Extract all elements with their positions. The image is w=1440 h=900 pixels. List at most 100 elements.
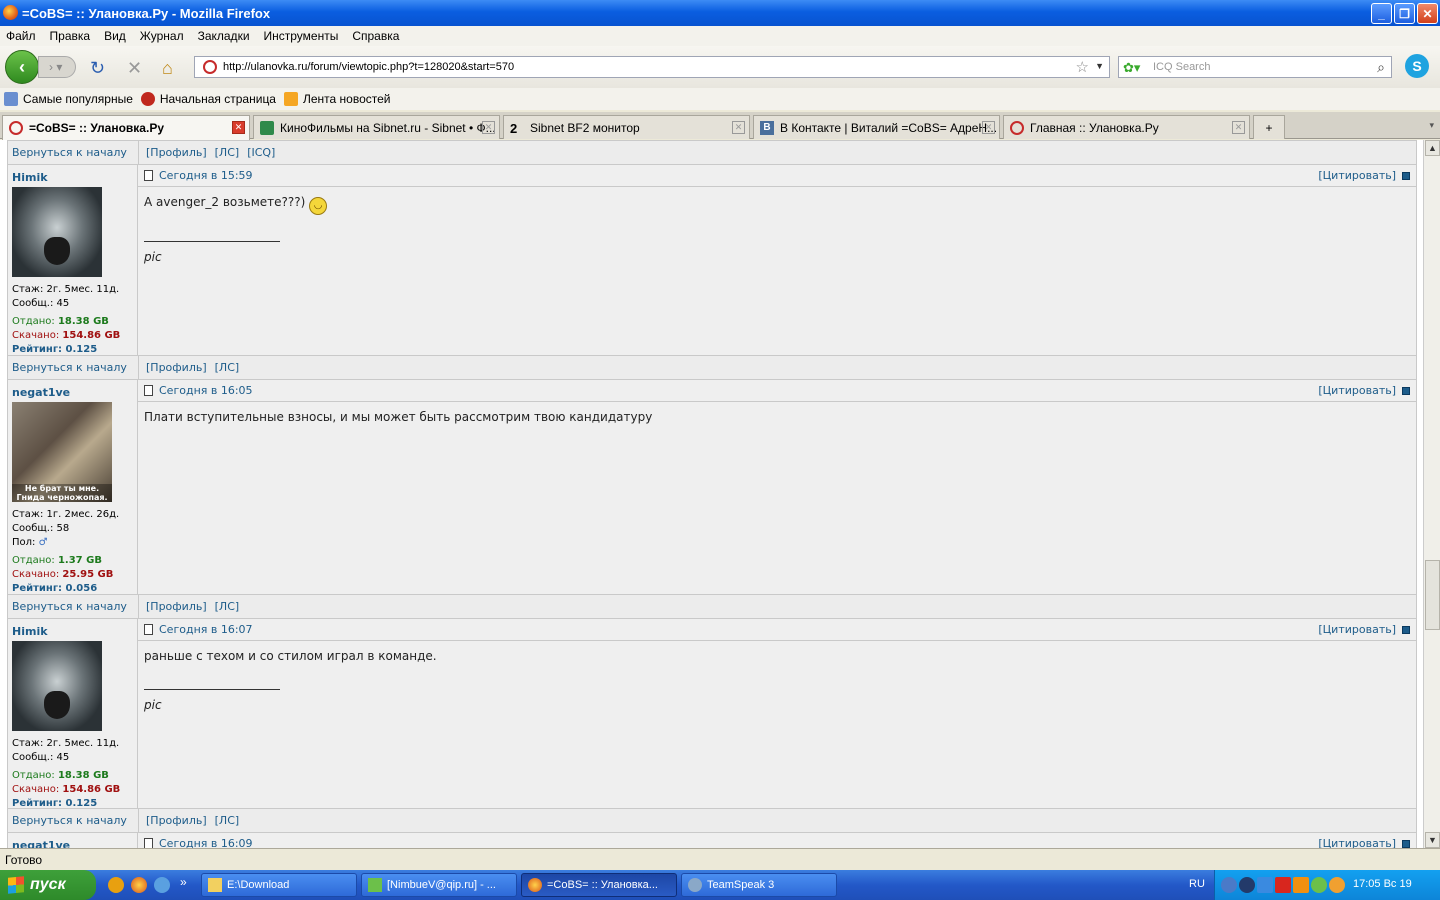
quote-button[interactable]: [Цитировать] <box>1318 837 1396 848</box>
author-name[interactable]: negat1ve <box>12 386 133 400</box>
scroll-thumb[interactable] <box>1425 560 1440 630</box>
taskbar-item-teamspeak[interactable]: TeamSpeak 3 <box>681 873 837 897</box>
url-bar[interactable]: http://ulanovka.ru/forum/viewtopic.php?t… <box>194 56 1110 78</box>
bookmark-news-feed[interactable]: Лента новостей <box>283 92 390 106</box>
pm-link[interactable]: [ЛС] <box>215 814 240 827</box>
stop-icon[interactable]: ✕ <box>127 58 142 79</box>
tab-close-icon[interactable]: ✕ <box>482 121 495 134</box>
tab-close-icon[interactable]: ✕ <box>732 121 745 134</box>
tray-network-icon[interactable] <box>1239 877 1255 893</box>
bookmark-start-page[interactable]: Начальная страница <box>140 92 276 106</box>
menu-file[interactable]: Файл <box>6 29 36 43</box>
tray-back-icon[interactable] <box>1221 877 1237 893</box>
skype-icon[interactable]: S <box>1405 54 1429 78</box>
post-time: Сегодня в 16:07 <box>159 623 253 636</box>
quote-button[interactable]: [Цитировать] <box>1318 623 1396 636</box>
quote-button[interactable]: [Цитировать] <box>1318 169 1396 182</box>
tray-media-icon[interactable] <box>1293 877 1309 893</box>
post-marker-icon[interactable] <box>1402 840 1410 848</box>
quicklaunch-expand-icon[interactable]: » <box>180 875 187 889</box>
author-uploaded: 18.38 GB <box>57 316 109 327</box>
firefox-icon <box>528 878 542 892</box>
tray-display-icon[interactable] <box>1257 877 1273 893</box>
tab-close-icon[interactable]: ✕ <box>982 121 995 134</box>
maximize-button[interactable]: ❐ <box>1394 3 1415 24</box>
post-marker-icon[interactable] <box>1402 172 1410 180</box>
pm-link[interactable]: [ЛС] <box>215 146 240 159</box>
reload-icon[interactable]: ↻ <box>90 58 105 79</box>
ulanovka-favicon-icon <box>9 121 23 135</box>
scroll-up-button[interactable]: ▲ <box>1425 140 1440 156</box>
quote-button[interactable]: [Цитировать] <box>1318 384 1396 397</box>
icq-flower-icon[interactable]: ✿▾ <box>1123 60 1140 76</box>
quicklaunch-icon[interactable] <box>108 877 124 893</box>
tab-list-icon[interactable]: ▾ <box>1429 120 1434 131</box>
back-to-top-link[interactable]: Вернуться к началу <box>8 814 138 827</box>
forward-button[interactable]: › ▾ <box>38 56 76 78</box>
tab-close-icon[interactable]: ✕ <box>232 121 245 134</box>
bookmarks-toolbar: Самые популярные Начальная страница Лент… <box>0 88 1440 110</box>
menu-edit[interactable]: Правка <box>50 29 91 43</box>
profile-link[interactable]: [Профиль] <box>146 600 207 613</box>
tab-cobs[interactable]: =CoBS= :: Улановка.Ру ✕ <box>2 115 250 140</box>
tab-vkontakte[interactable]: B В Контакте | Виталий =CoBS= АдреН... ✕ <box>753 115 1000 139</box>
menu-view[interactable]: Вид <box>104 29 126 43</box>
network-quicklaunch-icon[interactable] <box>154 877 170 893</box>
tab-ulanovka-main[interactable]: Главная :: Улановка.Ру ✕ <box>1003 115 1250 139</box>
tab-sibnet-films[interactable]: КиноФильмы на Sibnet.ru - Sibnet • Ф... … <box>253 115 500 139</box>
tray-qip-icon[interactable] <box>1311 877 1327 893</box>
post-marker-icon[interactable] <box>1402 387 1410 395</box>
back-to-top-link[interactable]: Вернуться к началу <box>8 600 138 613</box>
start-button[interactable]: пуск <box>0 870 96 900</box>
search-icon[interactable]: ⌕ <box>1377 59 1385 76</box>
url-dropdown-icon[interactable]: ▼ <box>1095 61 1104 71</box>
taskbar-item-download[interactable]: E:\Download <box>201 873 357 897</box>
menu-bookmarks[interactable]: Закладки <box>198 29 250 43</box>
taskbar-item-qip[interactable]: [NimbueV@qip.ru] - ... <box>361 873 517 897</box>
sibnet-favicon-icon <box>260 120 274 135</box>
back-button[interactable]: ‹ <box>5 50 39 84</box>
bookmark-most-visited[interactable]: Самые популярные <box>4 92 133 106</box>
clock[interactable]: 17:05 Вс 19 <box>1353 878 1412 890</box>
profile-link[interactable]: [Профиль] <box>146 814 207 827</box>
forum-post: negat1ve Сегодня в 16:09 [Цитировать] <box>7 833 1417 848</box>
status-bar: Готово <box>0 848 1440 870</box>
forum-post: Himik Стаж: 2г. 5мес. 11д. Сообщ.: 45 От… <box>7 165 1417 355</box>
author-downloaded: 25.95 GB <box>62 569 114 580</box>
ati-icon[interactable] <box>1275 877 1291 893</box>
post-icon <box>144 624 153 635</box>
language-indicator[interactable]: RU <box>1189 878 1205 890</box>
new-tab-button[interactable]: + <box>1253 115 1285 139</box>
minimize-button[interactable]: _ <box>1371 3 1392 24</box>
menu-help[interactable]: Справка <box>352 29 399 43</box>
taskbar-item-firefox[interactable]: =CoBS= :: Улановка... <box>521 873 677 897</box>
status-text: Готово <box>5 852 43 867</box>
menu-tools[interactable]: Инструменты <box>264 29 339 43</box>
author-name[interactable]: Himik <box>12 625 133 639</box>
tab-sibnet-bf2[interactable]: 2 Sibnet BF2 монитор ✕ <box>503 115 750 139</box>
tray-app-icon[interactable] <box>1329 877 1345 893</box>
avatar <box>12 641 102 731</box>
icq-link[interactable]: [ICQ] <box>247 146 275 159</box>
pm-link[interactable]: [ЛС] <box>215 361 240 374</box>
menu-history[interactable]: Журнал <box>140 29 184 43</box>
post-marker-icon[interactable] <box>1402 626 1410 634</box>
url-text[interactable]: http://ulanovka.ru/forum/viewtopic.php?t… <box>223 61 514 73</box>
home-icon[interactable]: ⌂ <box>162 58 173 79</box>
bookmark-star-icon[interactable]: ☆ <box>1076 58 1089 76</box>
signature-divider <box>144 241 280 242</box>
close-button[interactable]: ✕ <box>1417 3 1438 24</box>
profile-link[interactable]: [Профиль] <box>146 361 207 374</box>
author-name[interactable]: Himik <box>12 171 133 185</box>
firefox-quicklaunch-icon[interactable] <box>131 877 147 893</box>
tab-close-icon[interactable]: ✕ <box>1232 121 1245 134</box>
scroll-down-button[interactable]: ▼ <box>1425 832 1440 848</box>
vertical-scrollbar[interactable]: ▲ ▼ <box>1423 140 1440 848</box>
back-to-top-link[interactable]: Вернуться к началу <box>8 146 138 159</box>
back-to-top-link[interactable]: Вернуться к началу <box>8 361 138 374</box>
author-name[interactable]: negat1ve <box>12 839 133 848</box>
forum-topic: Вернуться к началу [Профиль] [ЛС] [ICQ] … <box>7 140 1417 848</box>
profile-link[interactable]: [Профиль] <box>146 146 207 159</box>
pm-link[interactable]: [ЛС] <box>215 600 240 613</box>
search-input[interactable]: ✿▾ ICQ Search ⌕ <box>1118 56 1392 78</box>
